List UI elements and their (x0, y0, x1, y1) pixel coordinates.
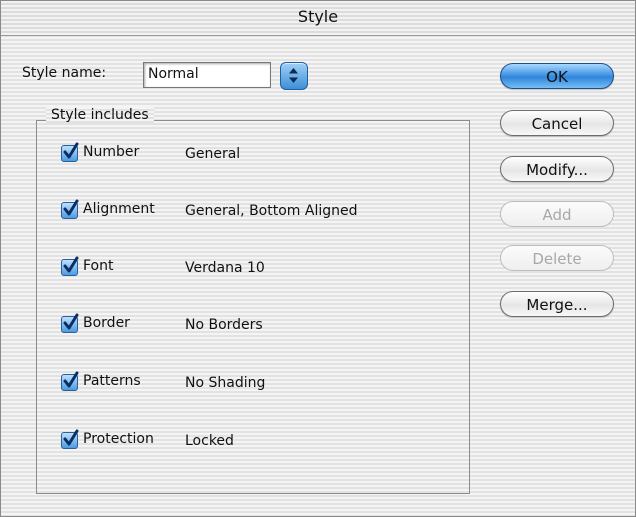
list-item-protection: Protection Locked (61, 429, 451, 454)
modify-button[interactable]: Modify... (500, 156, 614, 182)
checkmark-icon (63, 371, 79, 388)
font-value: Verdana 10 (185, 260, 265, 276)
border-checkbox[interactable] (61, 313, 79, 333)
list-item-border: Border No Borders (61, 313, 451, 338)
merge-button[interactable]: Merge... (500, 291, 614, 317)
add-button[interactable]: Add (500, 201, 614, 227)
protection-checkbox[interactable] (61, 429, 79, 449)
patterns-checkbox[interactable] (61, 371, 79, 391)
dialog-title: Style (297, 7, 339, 26)
patterns-label: Patterns (83, 373, 141, 389)
number-value: General (185, 146, 241, 162)
title-bar[interactable]: Style (1, 1, 635, 36)
checkmark-icon (63, 256, 79, 273)
checkmark-icon (63, 199, 79, 216)
checkmark-icon (63, 142, 79, 159)
style-dialog: Style Style name: Style includes Number … (0, 0, 636, 517)
protection-label: Protection (83, 431, 154, 447)
font-label: Font (83, 258, 114, 274)
border-label: Border (83, 315, 130, 331)
up-down-arrows-icon (289, 68, 298, 83)
protection-value: Locked (185, 433, 234, 449)
list-item-font: Font Verdana 10 (61, 256, 451, 281)
style-includes-legend: Style includes (46, 107, 154, 123)
checkmark-icon (63, 429, 79, 446)
alignment-value: General, Bottom Aligned (185, 203, 358, 219)
font-checkbox[interactable] (61, 256, 79, 276)
style-name-label: Style name: (22, 65, 107, 81)
alignment-label: Alignment (83, 201, 155, 217)
number-checkbox[interactable] (61, 142, 79, 162)
delete-button[interactable]: Delete (500, 245, 614, 271)
cancel-button[interactable]: Cancel (500, 110, 614, 136)
ok-button[interactable]: OK (500, 63, 614, 89)
list-item-alignment: Alignment General, Bottom Aligned (61, 199, 451, 224)
list-item-number: Number General (61, 142, 451, 167)
list-item-patterns: Patterns No Shading (61, 371, 451, 396)
style-name-field[interactable] (143, 62, 271, 88)
style-name-popup-button[interactable] (280, 62, 308, 90)
border-value: No Borders (185, 317, 263, 333)
patterns-value: No Shading (185, 375, 266, 391)
checkmark-icon (63, 313, 79, 330)
style-name-input[interactable] (144, 63, 266, 85)
number-label: Number (83, 144, 140, 160)
alignment-checkbox[interactable] (61, 199, 79, 219)
